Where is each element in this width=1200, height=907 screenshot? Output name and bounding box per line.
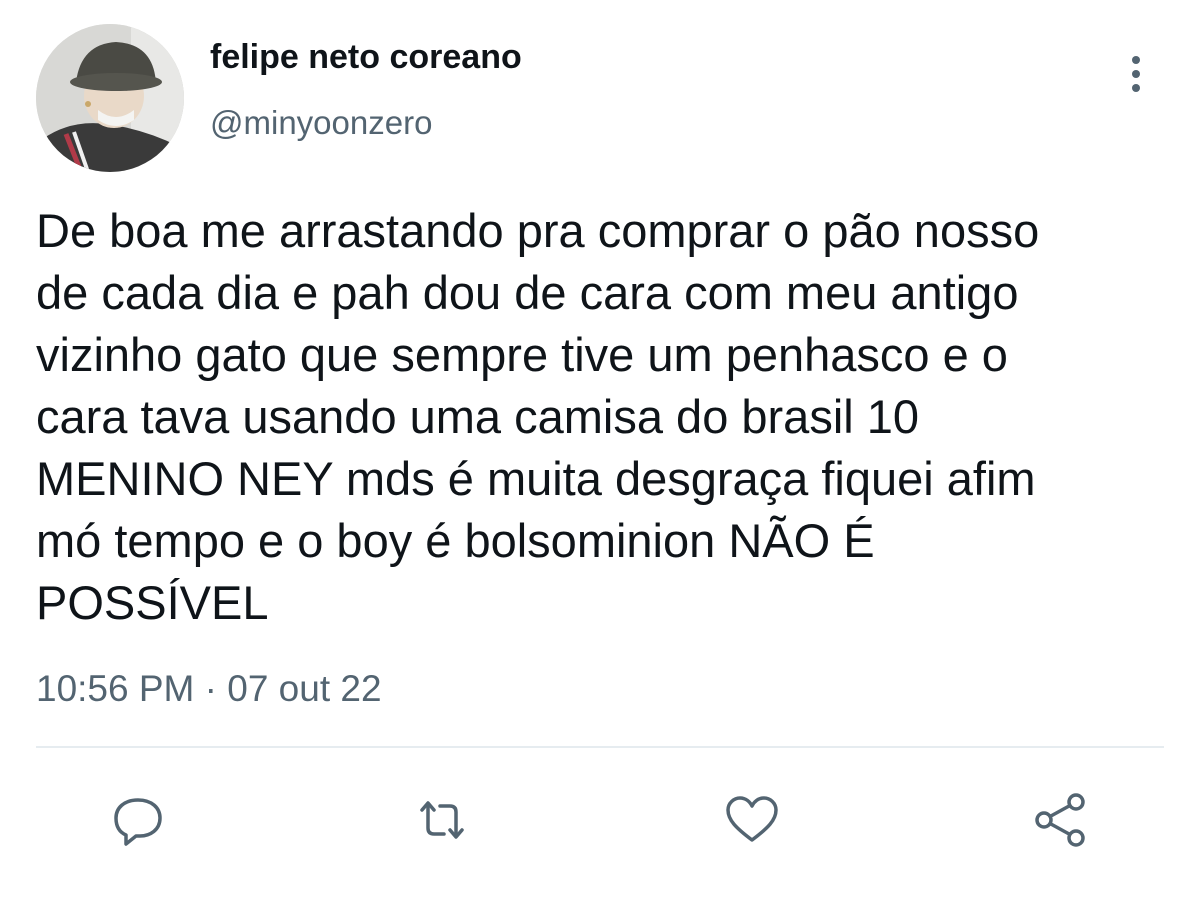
retweet-icon [420, 801, 464, 839]
tweet-card: felipe neto coreano @minyoonzero De boa … [0, 0, 1200, 907]
author-handle[interactable]: @minyoonzero [210, 104, 432, 142]
tweet-timestamp[interactable]: 10:56 PM · 07 out 22 [36, 668, 382, 710]
share-button[interactable] [1030, 790, 1090, 850]
divider [36, 746, 1164, 748]
reply-icon [114, 798, 162, 846]
avatar[interactable] [36, 24, 184, 172]
retweet-button[interactable] [412, 790, 472, 850]
more-options-button[interactable] [1118, 50, 1154, 98]
like-button[interactable] [722, 790, 782, 850]
avatar-image [36, 24, 184, 172]
tweet-text: De boa me arrastando pra comprar o pão n… [36, 204, 1040, 629]
heart-icon [726, 796, 778, 842]
author-display-name[interactable]: felipe neto coreano [210, 38, 522, 77]
more-vertical-icon [1132, 56, 1140, 92]
share-icon [1035, 793, 1085, 847]
reply-button[interactable] [108, 790, 168, 850]
